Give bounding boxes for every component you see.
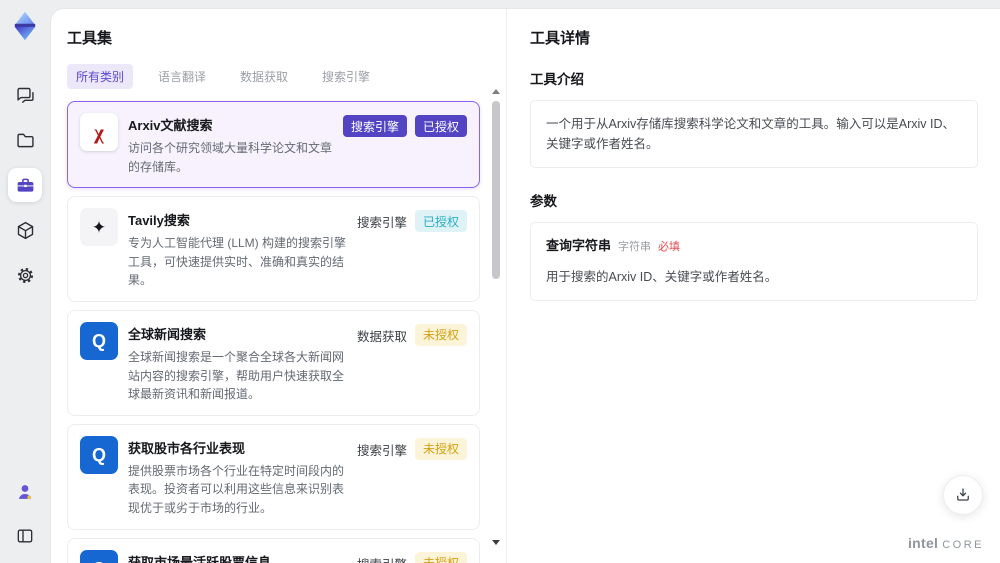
sidebar-nav: [8, 78, 42, 292]
category-tab[interactable]: 所有类别: [67, 64, 134, 89]
news-icon: Q: [80, 321, 118, 360]
tool-info: Arxiv文献搜索访问各个研究领域大量科学论文和文章的存储库。: [128, 113, 333, 176]
auth-status-badge: 已授权: [414, 210, 467, 233]
collapse-panel-icon: [17, 529, 33, 543]
tool-category: 搜索引擎: [356, 443, 407, 458]
params-heading: 参数: [530, 194, 557, 209]
brand-intel-text: intel: [907, 535, 939, 551]
details-title: 工具详情: [530, 30, 591, 47]
tool-info: Tavily搜索专为人工智能代理 (LLM) 构建的搜索引擎工具，可快速提供实时…: [128, 208, 347, 290]
tool-badges: 数据获取 未授权: [357, 322, 467, 404]
param-name: 查询字符串: [546, 238, 612, 253]
tool-badges: 搜索引擎 已授权: [342, 113, 467, 176]
tool-badges: 搜索引擎未授权: [357, 436, 467, 518]
main-panel: 工具集 所有类别 语言翻译 数据获取 搜索引擎 χ Arxiv文献搜索 访问各个研究领域大…: [50, 8, 1000, 563]
arxiv-icon: χ: [80, 113, 118, 151]
intro-heading: 工具介绍: [530, 72, 584, 87]
intel-core-logo: intel core: [908, 535, 984, 551]
auth-status-badge: 未授权: [414, 437, 467, 460]
tool-badges: 搜索引擎 已授权: [357, 208, 467, 290]
toolset-pane: 工具集 所有类别 语言翻译 数据获取 搜索引擎 χ Arxiv文献搜索 访问各个研究领域大…: [51, 9, 507, 563]
sidebar-bottom: [8, 475, 42, 553]
tool-category: 搜索引擎: [356, 216, 407, 231]
category-tab[interactable]: 语言翻译: [149, 64, 215, 89]
tool-info: 获取股市各行业表现提供股票市场各个行业在特定时间段内的表现。投资者可以利用这些信…: [128, 436, 347, 518]
tool-info: 获取市场最活跃股票信息提供当天交易量最高的股票列表，投资者可以利用这些信息来识别…: [128, 550, 347, 563]
tool-card[interactable]: Q 获取股市各行业表现提供股票市场各个行业在特定时间段内的表现。投资者可以利用这些…: [67, 423, 480, 530]
tool-name: 获取股市各行业表现: [128, 440, 246, 456]
sidebar: [0, 0, 50, 563]
folder-icon: [16, 133, 34, 147]
tool-name: Arxiv文献搜索: [128, 118, 213, 133]
sidebar-item-models[interactable]: [8, 213, 42, 247]
tool-category: 搜索引擎: [357, 552, 407, 563]
scroll-up-arrow-icon[interactable]: [492, 89, 500, 94]
brand-core-text: core: [942, 539, 984, 551]
param-type: 字符串: [618, 241, 652, 253]
param-card: 查询字符串 字符串 必填 用于搜索的Arxiv ID、关键字或作者姓名。: [530, 222, 978, 301]
list-scrollbar[interactable]: [491, 89, 501, 545]
stock-icon: Q: [80, 549, 118, 563]
tool-details-pane: 工具详情 工具介绍 一个用于从Arxiv存储库搜索科学论文和文章的工具。输入可以…: [508, 9, 1000, 563]
tool-info: 全球新闻搜索全球新闻搜索是一个聚合全球各大新闻网站内容的搜索引擎，帮助用户快速获…: [128, 322, 347, 404]
sidebar-item-chat[interactable]: [8, 78, 42, 112]
tool-card[interactable]: Q 获取市场最活跃股票信息提供当天交易量最高的股票列表，投资者可以利用这些信息来识…: [67, 537, 480, 563]
sidebar-item-files[interactable]: [8, 123, 42, 157]
download-button[interactable]: [943, 475, 983, 515]
param-description: 用于搜索的Arxiv ID、关键字或作者姓名。: [546, 269, 778, 284]
tool-badges: 搜索引擎未授权: [357, 550, 467, 563]
auth-status-badge: 未授权: [414, 551, 467, 563]
param-required-badge: 必填: [658, 241, 681, 253]
tool-description: 提供股票市场各个行业在特定时间段内的表现。投资者可以利用这些信息来识别表现优于或…: [128, 463, 345, 515]
download-icon: [957, 488, 969, 501]
tool-card[interactable]: χ Arxiv文献搜索访问各个研究领域大量科学论文和文章的存储库。 搜索引擎 已授权: [67, 101, 480, 189]
page-title: 工具集: [67, 30, 113, 47]
scrollbar-thumb[interactable]: [492, 101, 500, 279]
tool-intro-text: 一个用于从Arxiv存储库搜索科学论文和文章的工具。输入可以是Arxiv ID、…: [530, 100, 978, 168]
chat-icon: [16, 87, 34, 103]
tool-category: 数据获取: [356, 329, 407, 344]
tool-category: 搜索引擎: [342, 115, 407, 137]
user-avatar-button[interactable]: [8, 475, 42, 509]
stock-icon: Q: [80, 435, 118, 474]
tool-description: 专为人工智能代理 (LLM) 构建的搜索引擎工具，可快速提供实时、准确和真实的结…: [128, 236, 347, 288]
tool-name: 获取市场最活跃股票信息: [128, 554, 272, 563]
scroll-down-arrow-icon[interactable]: [492, 540, 500, 545]
tool-card[interactable]: ✦ Tavily搜索专为人工智能代理 (LLM) 构建的搜索引擎工具，可快速提供实…: [67, 196, 480, 302]
tool-description: 访问各个研究领域大量科学论文和文章的存储库。: [128, 141, 333, 174]
sidebar-item-settings[interactable]: [8, 258, 42, 292]
sidebar-item-tools[interactable]: [8, 168, 42, 202]
tool-name: Tavily搜索: [128, 213, 190, 229]
tool-list: χ Arxiv文献搜索 访问各个研究领域大量科学论文和文章的存储库。 搜索引擎 已授权 ✦…: [67, 101, 480, 563]
package-icon: [17, 221, 33, 239]
category-tab[interactable]: 数据获取: [231, 64, 297, 89]
user-icon: [18, 485, 32, 500]
app-logo: [7, 8, 43, 44]
auth-status-badge: 已授权: [414, 115, 467, 137]
category-tab[interactable]: 搜索引擎: [313, 64, 379, 89]
tool-description: 全球新闻搜索是一个聚合全球各大新闻网站内容的搜索引擎，帮助用户快速获取全球最新资…: [128, 349, 345, 402]
auth-status-badge: 未授权: [414, 323, 467, 346]
toolbox-icon: [17, 178, 33, 192]
tool-card[interactable]: Q 全球新闻搜索全球新闻搜索是一个聚合全球各大新闻网站内容的搜索引擎，帮助用户快速…: [67, 309, 480, 416]
settings-icon: [17, 267, 33, 283]
tool-name: 全球新闻搜索: [128, 326, 207, 342]
category-tabs: 所有类别 语言翻译 数据获取 搜索引擎: [67, 64, 480, 89]
collapse-sidebar-button[interactable]: [8, 519, 42, 553]
tavily-icon: ✦: [80, 208, 118, 247]
